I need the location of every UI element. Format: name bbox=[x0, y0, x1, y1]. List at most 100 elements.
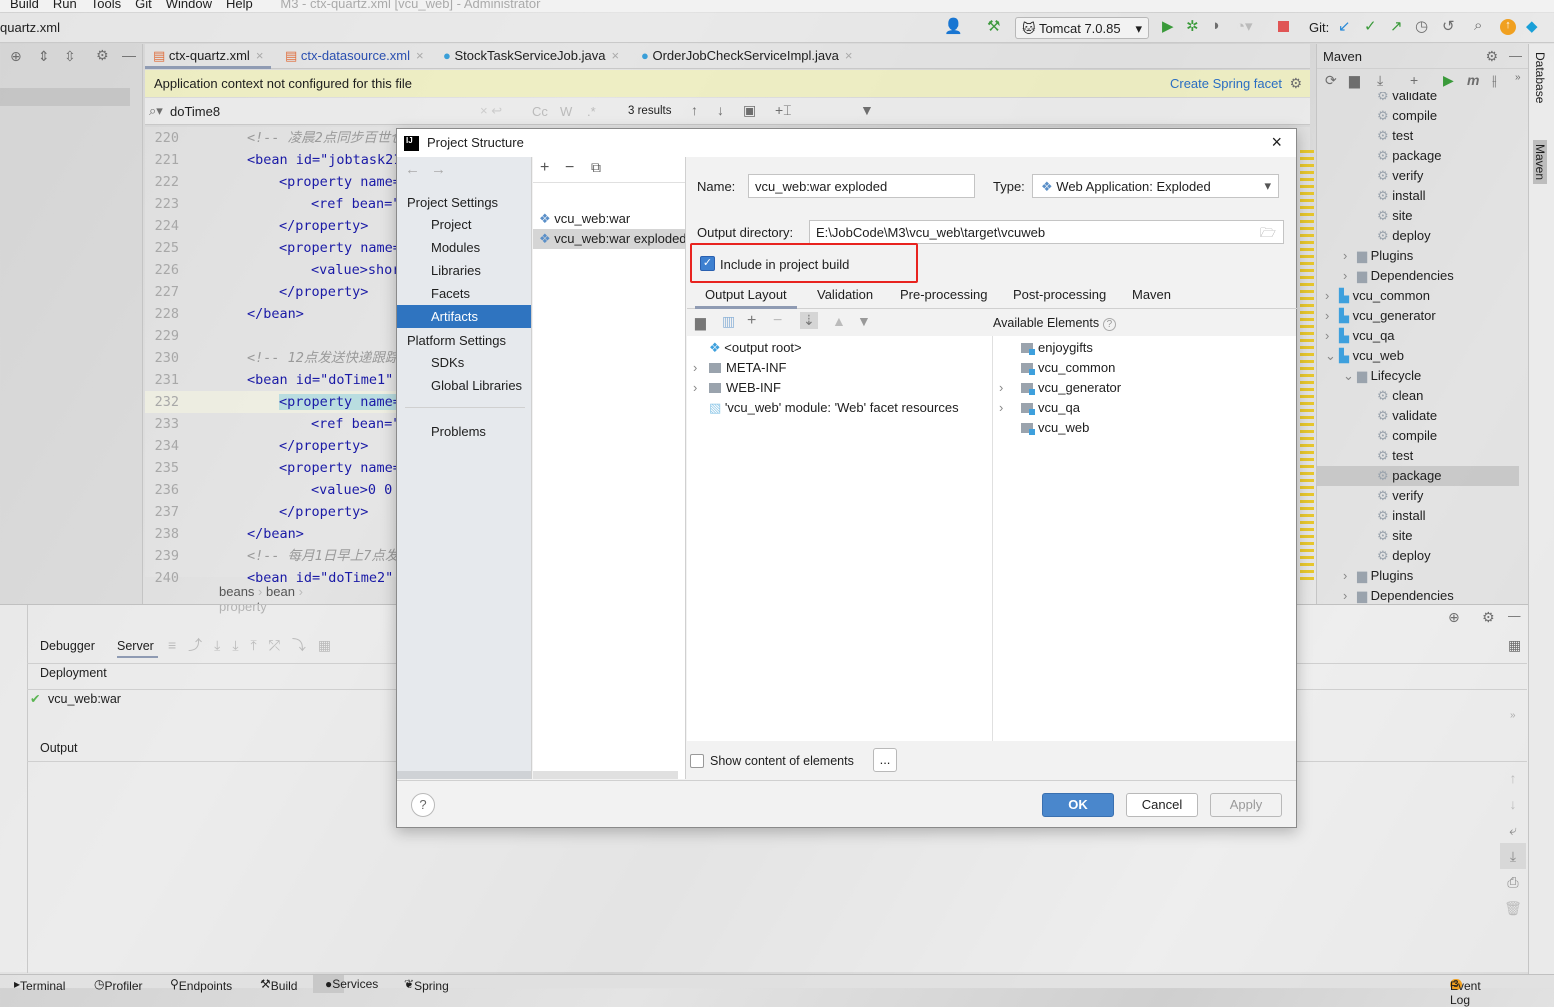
chevron-down-icon[interactable]: ⌄ bbox=[1325, 346, 1339, 366]
nav-scrollbar[interactable] bbox=[397, 771, 531, 779]
trash-icon[interactable]: 🗑 bbox=[1500, 895, 1526, 921]
tree-item[interactable]: ▧ 'vcu_web' module: 'Web' facet resource… bbox=[693, 398, 959, 418]
git-commit-icon[interactable]: ✓ bbox=[1364, 17, 1377, 35]
tab-ctx-datasource[interactable]: ▤ ctx-datasource.xml × bbox=[277, 44, 432, 69]
minimize-icon[interactable]: — bbox=[1509, 48, 1522, 63]
chevron-right-icon[interactable]: › bbox=[1325, 306, 1339, 326]
skip-tests-icon[interactable]: ⫲ bbox=[1492, 72, 1497, 89]
tab-maven[interactable]: Maven bbox=[1132, 287, 1171, 302]
chevron-right-icon[interactable]: › bbox=[1343, 586, 1357, 604]
maven-tree-item[interactable]: › ▙ vcu_common bbox=[1317, 286, 1519, 306]
copy-icon[interactable]: ⧉ bbox=[591, 159, 601, 176]
add-selection-icon[interactable]: +⌶ bbox=[775, 102, 792, 119]
tab-output-layout[interactable]: Output Layout bbox=[695, 287, 797, 309]
move-down-icon[interactable]: ▼ bbox=[857, 313, 871, 329]
new-folder-icon[interactable]: ▆ bbox=[695, 314, 706, 331]
more-button[interactable]: ... bbox=[873, 748, 897, 772]
search-icon[interactable]: ⌕▾ bbox=[149, 103, 163, 119]
show-content-checkbox[interactable] bbox=[690, 754, 704, 768]
menu-run[interactable]: Run bbox=[53, 0, 77, 11]
side-tab-maven[interactable]: Maven bbox=[1533, 140, 1547, 185]
maven-tree-item[interactable]: ⚙ deploy bbox=[1317, 226, 1519, 246]
chevron-right-icon[interactable]: › bbox=[1343, 266, 1357, 286]
archive-icon[interactable]: ▥ bbox=[722, 313, 735, 330]
next-occurrence-icon[interactable]: ↓ bbox=[717, 102, 724, 118]
close-icon[interactable]: × bbox=[1271, 132, 1282, 153]
menu-tools[interactable]: Tools bbox=[91, 0, 121, 11]
code-line[interactable]: 227 </property> bbox=[145, 281, 405, 303]
maven-tree-item[interactable]: › ▙ vcu_qa bbox=[1317, 326, 1519, 346]
create-spring-facet-link[interactable]: Create Spring facet bbox=[1170, 76, 1282, 91]
folder-icon[interactable]: ▆ bbox=[1349, 72, 1360, 89]
chevron-right-icon[interactable]: › bbox=[1343, 246, 1357, 266]
nav-project[interactable]: Project bbox=[431, 217, 471, 232]
maven-tree-item[interactable]: ⚙ compile bbox=[1317, 106, 1519, 126]
user-icon[interactable]: 👤 bbox=[944, 17, 963, 35]
maven-tree-item[interactable]: ⚙ test bbox=[1317, 126, 1519, 146]
gear-icon[interactable]: ⚙ bbox=[96, 47, 109, 64]
code-line[interactable]: 223 <ref bean=" bbox=[145, 193, 405, 215]
code-line[interactable]: 237 </property> bbox=[145, 501, 405, 523]
chevron-right-icon[interactable]: › bbox=[693, 358, 709, 378]
sort-icon[interactable]: ⇣ bbox=[800, 312, 818, 329]
error-stripe[interactable] bbox=[1300, 150, 1314, 580]
tree-item[interactable]: › vcu_generator bbox=[999, 378, 1121, 398]
chevron-right-icon[interactable]: › bbox=[693, 378, 709, 398]
back-icon[interactable]: ← bbox=[405, 161, 420, 178]
ok-button[interactable]: OK bbox=[1042, 793, 1114, 817]
bottom-tab-profiler[interactable]: ◷ Profiler bbox=[94, 977, 143, 993]
update-icon[interactable]: ↑ bbox=[1500, 19, 1516, 35]
scroll-down-icon[interactable]: ↓ bbox=[1500, 791, 1526, 817]
find-input[interactable]: doTime8 bbox=[170, 104, 220, 119]
bottom-tab-build[interactable]: ⚒ Build bbox=[260, 977, 297, 993]
nav-facets[interactable]: Facets bbox=[431, 286, 470, 301]
tab-debugger[interactable]: Debugger bbox=[40, 639, 95, 653]
chevron-right-icon[interactable]: › bbox=[999, 378, 1021, 398]
toolbox-icon[interactable]: ◆ bbox=[1526, 17, 1538, 35]
tree-item[interactable]: enjoygifts bbox=[999, 338, 1093, 358]
help-button[interactable]: ? bbox=[411, 793, 435, 817]
menu-git[interactable]: Git bbox=[135, 0, 152, 11]
chevron-right-icon[interactable]: › bbox=[1343, 566, 1357, 586]
artifact-item-selected[interactable]: ❖ vcu_web:war exploded bbox=[533, 229, 685, 249]
hammer-icon[interactable]: ⚒ bbox=[987, 17, 1000, 35]
code-line[interactable]: 230 <!-- 12点发送快递跟踪 bbox=[145, 347, 405, 369]
stop-icon[interactable] bbox=[1278, 21, 1289, 32]
scroll-end-icon[interactable]: ⤓ bbox=[1500, 843, 1526, 869]
run-config-select[interactable]: 🐱 Tomcat 7.0.85 ▾ bbox=[1015, 17, 1149, 39]
tab-stock-task[interactable]: ● StockTaskServiceJob.java × bbox=[435, 44, 627, 69]
code-line[interactable]: 222 <property name= bbox=[145, 171, 405, 193]
maven-tree-item[interactable]: ⚙ verify bbox=[1317, 486, 1519, 506]
output-directory-input[interactable]: E:\JobCode\M3\vcu_web\target\vcuweb 🗁 bbox=[809, 220, 1284, 244]
run-icon[interactable]: ▶ bbox=[1443, 72, 1454, 89]
code-line[interactable]: 221 <bean id="jobtask21 bbox=[145, 149, 405, 171]
code-line[interactable]: 234 </property> bbox=[145, 435, 405, 457]
bottom-tab-spring[interactable]: ❦ Spring bbox=[404, 977, 449, 993]
code-line[interactable]: 224 </property> bbox=[145, 215, 405, 237]
code-line[interactable]: 232 <property name= bbox=[145, 391, 405, 413]
code-line[interactable]: 229 bbox=[145, 325, 405, 347]
close-icon[interactable]: × bbox=[845, 48, 853, 63]
show-content-label[interactable]: Show content of elements bbox=[710, 754, 854, 768]
tree-item[interactable]: › META-INF bbox=[693, 358, 786, 378]
bottom-tab-endpoints[interactable]: ⚲ Endpoints bbox=[170, 977, 232, 993]
add-icon[interactable]: + bbox=[1410, 72, 1418, 88]
previous-occurrence-icon[interactable]: ↑ bbox=[691, 102, 698, 118]
bottom-tab-services[interactable]: ● Services bbox=[313, 975, 378, 993]
tab-server[interactable]: Server bbox=[117, 639, 158, 658]
nav-global-libraries[interactable]: Global Libraries bbox=[431, 378, 522, 393]
run-icon[interactable]: ▶ bbox=[1162, 17, 1174, 35]
include-in-build-label[interactable]: Include in project build bbox=[720, 257, 849, 272]
minimize-icon[interactable]: — bbox=[1508, 609, 1521, 623]
menu-help[interactable]: Help bbox=[226, 0, 253, 11]
search-icon[interactable]: ⌕ bbox=[1474, 17, 1482, 34]
browse-folder-icon[interactable]: 🗁 bbox=[1260, 224, 1276, 243]
minimize-icon[interactable]: — bbox=[122, 47, 136, 63]
remove-icon[interactable]: − bbox=[773, 312, 782, 330]
coverage-icon[interactable]: ◗ bbox=[1212, 17, 1221, 34]
tree-item[interactable]: vcu_web bbox=[999, 418, 1089, 438]
tab-order-job[interactable]: ● OrderJobCheckServiceImpl.java × bbox=[633, 44, 860, 69]
code-line[interactable]: 239 <!-- 每月1日早上7点发 bbox=[145, 545, 405, 567]
maven-tree-item[interactable]: ⚙ install bbox=[1317, 506, 1519, 526]
menu-window[interactable]: Window bbox=[166, 0, 212, 11]
